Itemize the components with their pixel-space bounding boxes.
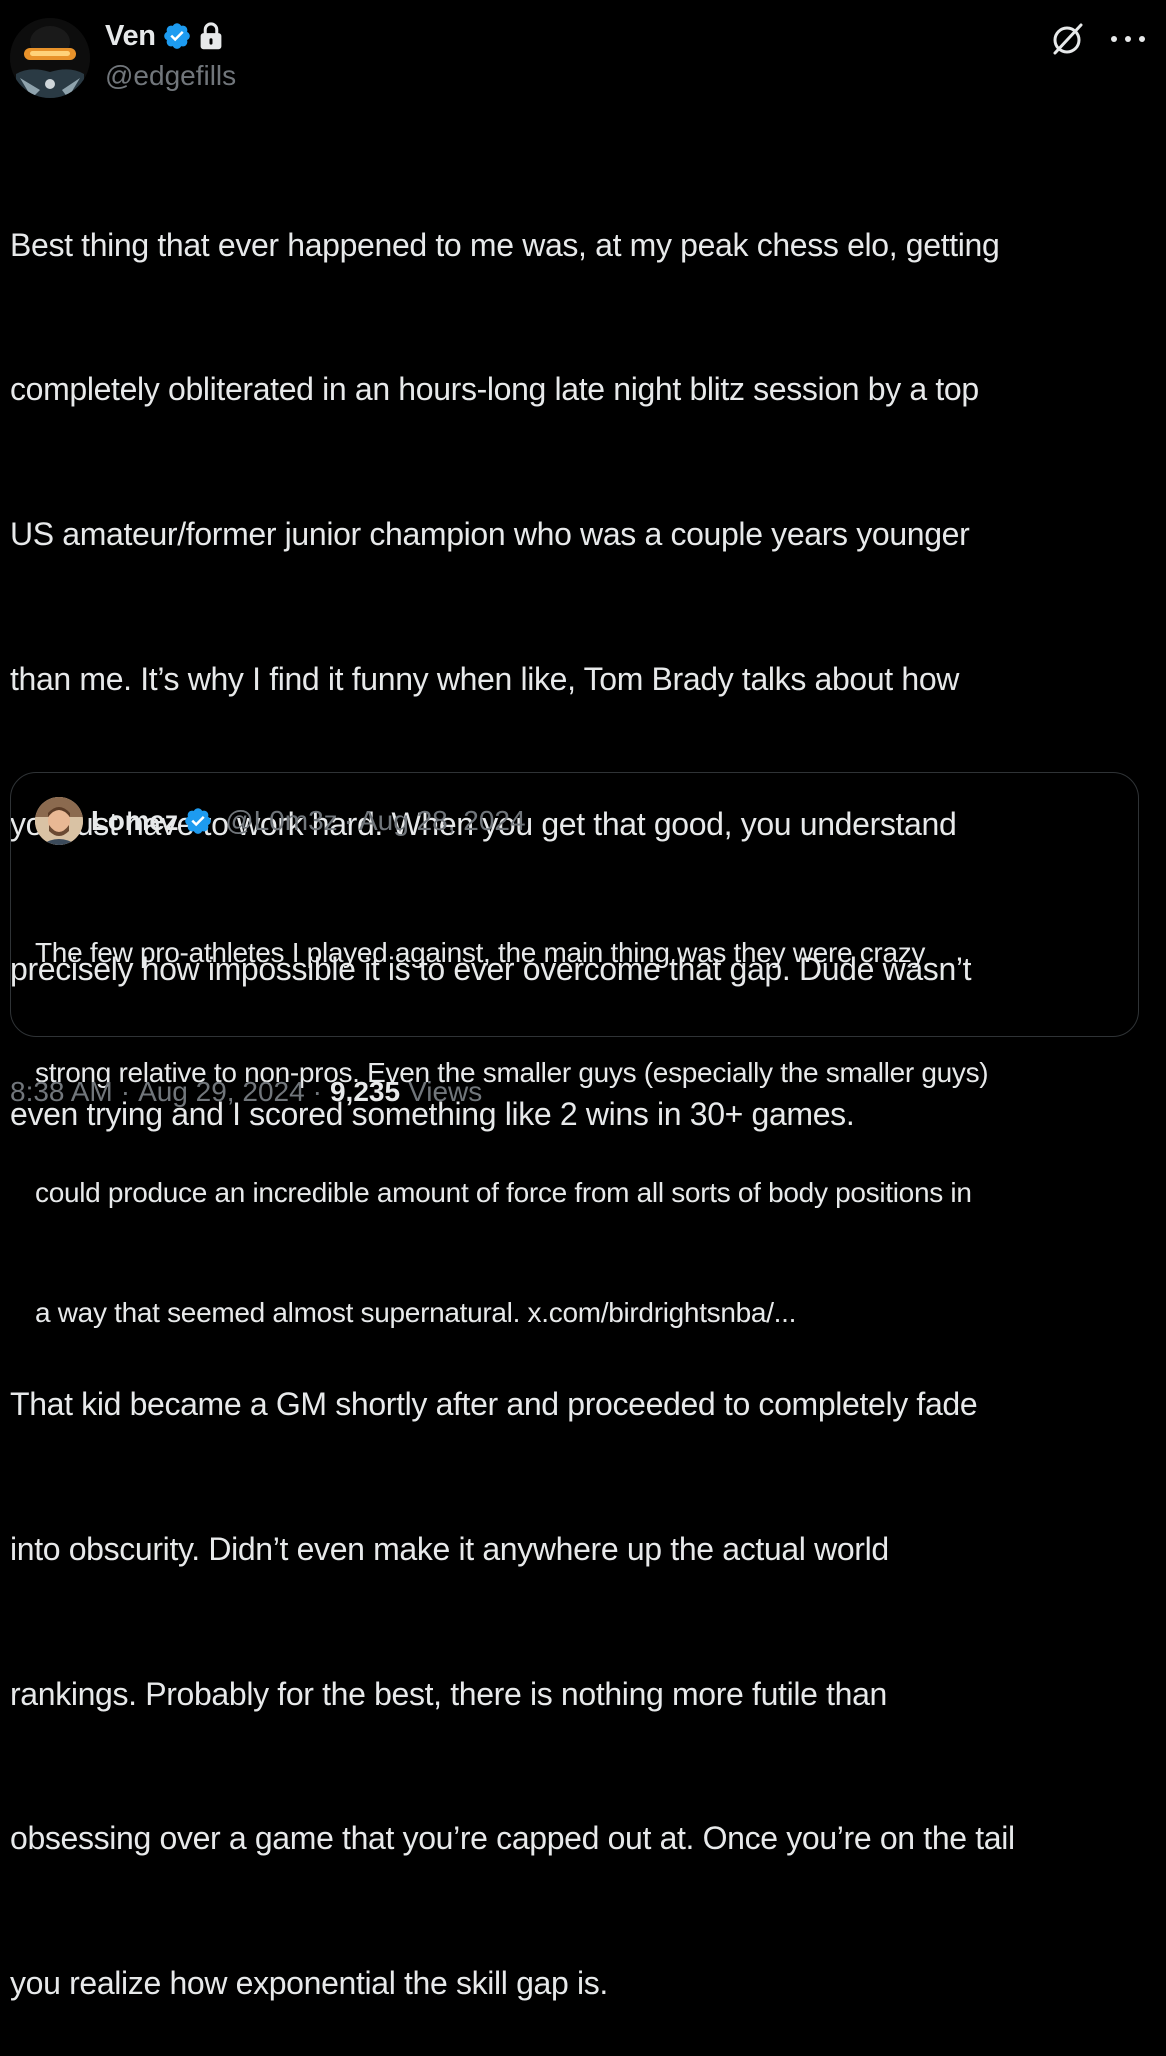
verified-badge-icon: [185, 808, 211, 834]
quoted-header: Lomez @L0m3z · Aug 28, 2024: [91, 801, 526, 841]
tweet-date[interactable]: Aug 29, 2024: [138, 1076, 305, 1108]
tweet-meta: 8:38 AM · Aug 29, 2024 · 9,235 Views: [10, 1070, 482, 1114]
tweet-line: US amateur/former junior champion who wa…: [10, 516, 970, 553]
meta-separator: ·: [312, 1076, 322, 1107]
views-label: Views: [408, 1076, 483, 1107]
author-handle[interactable]: @edgefills: [105, 60, 236, 92]
author-name-row: Ven: [105, 16, 224, 56]
tweet-line: rankings. Probably for the best, there i…: [10, 1675, 887, 1712]
avatar-dark-visor-icon: [10, 18, 90, 98]
quoted-line: The few pro-athletes I played against, t…: [35, 937, 926, 968]
tweet-line: you realize how exponential the skill ga…: [10, 1965, 608, 2002]
quoted-author-avatar[interactable]: [35, 797, 83, 845]
author-avatar[interactable]: [10, 18, 90, 98]
quoted-display-name[interactable]: Lomez: [91, 805, 178, 837]
quoted-separator: ·: [343, 805, 353, 836]
quoted-tweet-card[interactable]: Lomez @L0m3z · Aug 28, 2024 The few pro-…: [10, 772, 1139, 1328]
quoted-handle[interactable]: @L0m3z: [225, 805, 337, 837]
grok-icon[interactable]: [1050, 22, 1084, 56]
more-icon[interactable]: [1106, 26, 1150, 52]
quoted-body: The few pro-athletes I played against, t…: [35, 853, 1125, 1413]
tweet-line: completely obliterated in an hours-long …: [10, 371, 979, 408]
tweet-line: Best thing that ever happened to me was,…: [10, 226, 1000, 263]
tweet-header: Ven @edgefills: [10, 14, 1156, 104]
quoted-line: could produce an incredible amount of fo…: [35, 1177, 972, 1208]
quoted-date[interactable]: Aug 28, 2024: [359, 805, 526, 837]
lock-icon: [200, 22, 222, 50]
tweet-line: obsessing over a game that you’re capped…: [10, 1820, 1015, 1857]
tweet-line: into obscurity. Didn’t even make it anyw…: [10, 1530, 889, 1567]
tweet-line: than me. It’s why I find it funny when l…: [10, 661, 960, 698]
meta-separator: ·: [120, 1076, 131, 1107]
quoted-line: a way that seemed almost supernatural. x…: [35, 1297, 797, 1328]
views-count: 9,235: [329, 1076, 401, 1107]
avatar-portrait-icon: [35, 797, 83, 845]
author-display-name[interactable]: Ven: [105, 20, 156, 53]
tweet-time[interactable]: 8:38 AM: [10, 1076, 113, 1108]
verified-badge-icon: [163, 23, 190, 49]
